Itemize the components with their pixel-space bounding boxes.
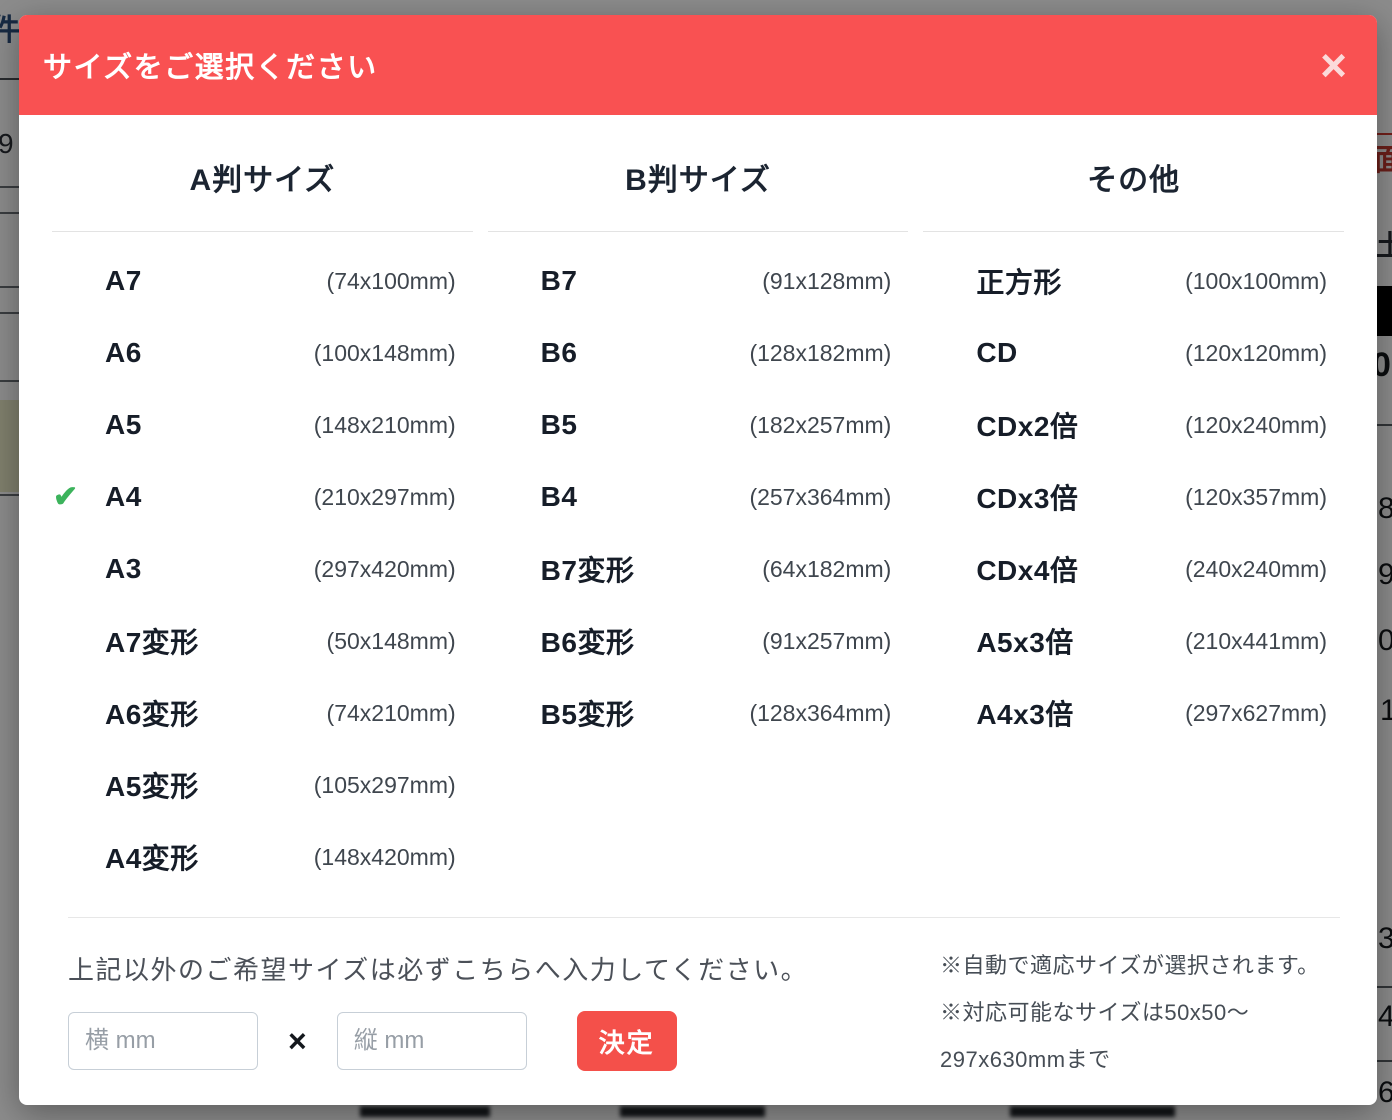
- size-option[interactable]: A7変形 (50x148mm): [52, 605, 473, 677]
- size-name: A6: [105, 337, 142, 369]
- note-line: 297x630mmまで: [940, 1036, 1340, 1083]
- size-name: 正方形: [976, 261, 1062, 301]
- size-dimensions: (74x100mm): [327, 268, 473, 295]
- size-option[interactable]: B4 (257x364mm): [488, 461, 909, 533]
- modal-title: サイズをご選択ください: [43, 44, 378, 86]
- size-column-b-series: B判サイズ B7 (91x128mm) B6 (128x182mm) B5 (182x257…: [488, 115, 909, 893]
- modal-header: サイズをご選択ください ×: [19, 15, 1377, 115]
- size-select-modal: サイズをご選択ください × A判サイズ A7 (74x100mm) A6 (100x14…: [19, 15, 1377, 1105]
- size-option[interactable]: A6 (100x148mm): [52, 317, 473, 389]
- section-divider: [68, 917, 1340, 918]
- size-columns: A判サイズ A7 (74x100mm) A6 (100x148mm) A5 (148x210…: [19, 115, 1377, 893]
- size-dimensions: (50x148mm): [327, 628, 473, 655]
- size-name: A5変形: [105, 765, 199, 805]
- size-name: B7: [541, 265, 578, 297]
- size-name: A5x3倍: [976, 621, 1073, 661]
- size-column-a-series: A判サイズ A7 (74x100mm) A6 (100x148mm) A5 (148x210…: [52, 115, 473, 893]
- size-dimensions: (128x182mm): [749, 340, 908, 367]
- size-option[interactable]: B6変形 (91x257mm): [488, 605, 909, 677]
- width-input[interactable]: [68, 1012, 258, 1070]
- size-dimensions: (91x257mm): [762, 628, 908, 655]
- size-name: A7変形: [105, 621, 199, 661]
- size-dimensions: (210x441mm): [1185, 628, 1344, 655]
- multiply-icon: ×: [288, 1023, 307, 1060]
- size-name: A3: [105, 553, 142, 585]
- size-dimensions: (148x210mm): [314, 412, 473, 439]
- size-dimensions: (240x240mm): [1185, 556, 1344, 583]
- size-name: B5: [541, 409, 578, 441]
- column-underline: [52, 231, 473, 232]
- size-option[interactable]: CDx3倍 (120x357mm): [923, 461, 1344, 533]
- size-dimensions: (74x210mm): [327, 700, 473, 727]
- size-dimensions: (297x627mm): [1185, 700, 1344, 727]
- size-name: A4変形: [105, 837, 199, 877]
- size-option[interactable]: B5 (182x257mm): [488, 389, 909, 461]
- note-line: ※自動で適応サイズが選択されます。: [940, 942, 1340, 989]
- size-dimensions: (120x357mm): [1185, 484, 1344, 511]
- size-name: A5: [105, 409, 142, 441]
- column-header: その他: [923, 115, 1344, 199]
- size-name: CDx4倍: [976, 549, 1078, 589]
- size-column-other: その他正方形 (100x100mm) CD (120x120mm) CDx2倍 (120x…: [923, 115, 1344, 893]
- size-option[interactable]: B5変形 (128x364mm): [488, 677, 909, 749]
- size-name: CDx3倍: [976, 477, 1078, 517]
- size-dimensions: (128x364mm): [749, 700, 908, 727]
- size-option[interactable]: B7 (91x128mm): [488, 245, 909, 317]
- column-underline: [488, 231, 909, 232]
- size-option[interactable]: A6変形 (74x210mm): [52, 677, 473, 749]
- size-name: B6: [541, 337, 578, 369]
- size-dimensions: (120x240mm): [1185, 412, 1344, 439]
- size-name: CDx2倍: [976, 405, 1078, 445]
- size-option[interactable]: A5x3倍 (210x441mm): [923, 605, 1344, 677]
- height-input[interactable]: [337, 1012, 527, 1070]
- size-option[interactable]: A4変形 (148x420mm): [52, 821, 473, 893]
- size-dimensions: (100x148mm): [314, 340, 473, 367]
- size-dimensions: (64x182mm): [762, 556, 908, 583]
- size-dimensions: (105x297mm): [314, 772, 473, 799]
- size-option[interactable]: CDx2倍 (120x240mm): [923, 389, 1344, 461]
- size-name: B7変形: [541, 549, 635, 589]
- size-dimensions: (148x420mm): [314, 844, 473, 871]
- size-dimensions: (297x420mm): [314, 556, 473, 583]
- size-option[interactable]: 正方形 (100x100mm): [923, 245, 1344, 317]
- size-dimensions: (257x364mm): [749, 484, 908, 511]
- size-name: CD: [976, 337, 1017, 369]
- submit-button[interactable]: 決定: [577, 1011, 677, 1071]
- size-option[interactable]: A5変形 (105x297mm): [52, 749, 473, 821]
- custom-size-section: 上記以外のご希望サイズは必ずこちらへ入力してください。 × 決定 ※自動で適応サ…: [68, 917, 1340, 1083]
- size-option[interactable]: CD (120x120mm): [923, 317, 1344, 389]
- size-name: B6変形: [541, 621, 635, 661]
- size-option[interactable]: A7 (74x100mm): [52, 245, 473, 317]
- size-option[interactable]: B6 (128x182mm): [488, 317, 909, 389]
- note-line: ※対応可能なサイズは50x50〜: [940, 989, 1340, 1036]
- size-dimensions: (91x128mm): [762, 268, 908, 295]
- size-option[interactable]: A4x3倍 (297x627mm): [923, 677, 1344, 749]
- column-underline: [923, 231, 1344, 232]
- check-icon: ✔: [53, 480, 78, 515]
- size-option[interactable]: ✔ A4 (210x297mm): [52, 461, 473, 533]
- column-header: B判サイズ: [488, 115, 909, 199]
- size-option[interactable]: B7変形 (64x182mm): [488, 533, 909, 605]
- size-option[interactable]: CDx4倍 (240x240mm): [923, 533, 1344, 605]
- close-icon[interactable]: ×: [1320, 47, 1347, 84]
- size-dimensions: (100x100mm): [1185, 268, 1344, 295]
- size-dimensions: (182x257mm): [749, 412, 908, 439]
- size-option[interactable]: A3 (297x420mm): [52, 533, 473, 605]
- size-name: B4: [541, 481, 578, 513]
- custom-size-instruction: 上記以外のご希望サイズは必ずこちらへ入力してください。: [68, 950, 940, 987]
- size-name: A7: [105, 265, 142, 297]
- column-header: A判サイズ: [52, 115, 473, 199]
- size-name: A4x3倍: [976, 693, 1073, 733]
- size-dimensions: (120x120mm): [1185, 340, 1344, 367]
- notes-block: ※自動で適応サイズが選択されます。 ※対応可能なサイズは50x50〜 297x6…: [940, 942, 1340, 1083]
- size-name: A6変形: [105, 693, 199, 733]
- size-option[interactable]: A5 (148x210mm): [52, 389, 473, 461]
- size-name: A4: [105, 481, 142, 513]
- size-name: B5変形: [541, 693, 635, 733]
- size-dimensions: (210x297mm): [314, 484, 473, 511]
